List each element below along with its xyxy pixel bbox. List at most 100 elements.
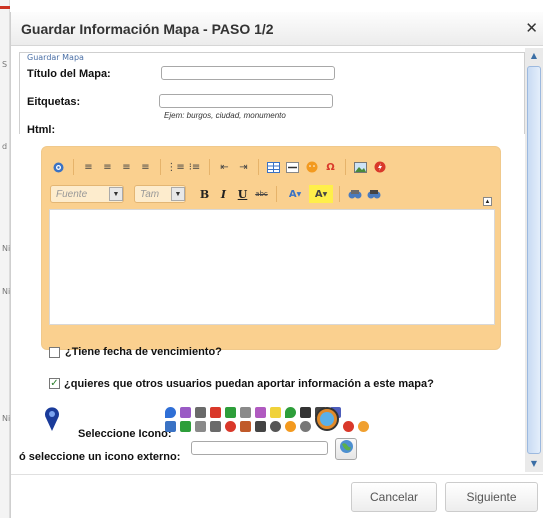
text-color-button[interactable]: A ▼ bbox=[283, 185, 307, 203]
contribute-checkbox[interactable]: ✓ bbox=[49, 378, 60, 389]
save-map-dialog: Guardar Información Mapa - PASO 1/2 ✕ Gu… bbox=[10, 12, 543, 518]
orange-marker-icon[interactable] bbox=[285, 420, 296, 432]
map-title-label: Título del Mapa: bbox=[27, 68, 111, 80]
outdent-icon[interactable]: ⇤ bbox=[216, 158, 233, 176]
expiry-checkbox-label: ¿Tiene fecha de vencimiento? bbox=[65, 346, 222, 358]
icon-palette bbox=[165, 405, 375, 433]
toolbar-separator bbox=[258, 159, 259, 175]
vertical-scrollbar[interactable]: ▲ ▼ bbox=[525, 48, 543, 472]
contribute-checkbox-label: ¿quieres que otros usuarios puedan aport… bbox=[64, 378, 434, 390]
shield-icon[interactable] bbox=[300, 420, 311, 432]
background-letter: d bbox=[2, 142, 8, 151]
icon-palette-row bbox=[165, 407, 375, 433]
selected-pin-icon bbox=[43, 406, 61, 437]
camera-icon[interactable] bbox=[180, 406, 191, 418]
font-select[interactable]: Fuente ▼ bbox=[50, 185, 124, 203]
collapse-toolbar-icon[interactable]: ▲ bbox=[483, 197, 492, 206]
italic-button[interactable]: I bbox=[215, 185, 232, 203]
cutlery-icon[interactable] bbox=[240, 406, 251, 418]
phone-icon[interactable] bbox=[255, 420, 266, 432]
scroll-down-icon[interactable]: ▼ bbox=[527, 458, 541, 470]
tags-label: Eitquetas: bbox=[27, 96, 81, 108]
unordered-list-icon[interactable]: ⁝≡ bbox=[186, 158, 203, 176]
save-map-fieldset bbox=[19, 52, 525, 134]
bg-color-glyph: A bbox=[314, 188, 323, 200]
align-left-icon[interactable]: ≡ bbox=[80, 158, 97, 176]
star-pin-icon[interactable] bbox=[270, 406, 281, 418]
external-icon-label: ó seleccione un icono externo: bbox=[19, 451, 181, 463]
monitor-icon[interactable] bbox=[210, 420, 221, 432]
no-entry-icon[interactable] bbox=[358, 420, 369, 432]
underline-button[interactable]: U bbox=[234, 185, 251, 203]
external-icon-input[interactable] bbox=[191, 441, 328, 455]
pin-icon[interactable] bbox=[165, 406, 176, 418]
background-letter: Ni bbox=[2, 244, 11, 253]
align-center-icon[interactable]: ≡ bbox=[99, 158, 116, 176]
toolbar-separator bbox=[209, 159, 210, 175]
browse-globe-button[interactable] bbox=[335, 438, 357, 460]
medical-icon[interactable] bbox=[210, 406, 221, 418]
icon-palette-row bbox=[165, 405, 375, 419]
globe-icon bbox=[339, 439, 354, 459]
person-icon[interactable] bbox=[300, 406, 311, 418]
size-select[interactable]: Tam ▼ bbox=[134, 185, 186, 203]
unlink-icon[interactable] bbox=[365, 185, 382, 203]
image-icon[interactable] bbox=[352, 158, 369, 176]
house-icon[interactable] bbox=[240, 420, 251, 432]
toolbar-separator bbox=[73, 159, 74, 175]
people-icon[interactable] bbox=[180, 420, 191, 432]
airplane-icon[interactable] bbox=[165, 420, 176, 432]
tags-input[interactable] bbox=[159, 94, 333, 108]
toolbar-separator bbox=[160, 159, 161, 175]
html-editor: ≡ ≡ ≡ ≡ ⋮≡ ⁝≡ ⇤ ⇥ Ω Fuente ▼ Tam ▼ B I U… bbox=[41, 146, 501, 350]
table-icon[interactable] bbox=[265, 158, 282, 176]
background-letter: Ni bbox=[2, 287, 11, 296]
flag-icon[interactable] bbox=[225, 406, 236, 418]
toolbar-separator bbox=[345, 159, 346, 175]
editor-text-area[interactable] bbox=[49, 209, 495, 325]
laptop-icon[interactable] bbox=[195, 420, 206, 432]
background-red-line bbox=[0, 6, 10, 9]
dialog-footer: Cancelar Siguiente bbox=[11, 474, 543, 518]
tags-hint: Ejem: burgos, ciudad, monumento bbox=[164, 111, 286, 120]
bold-button[interactable]: B bbox=[196, 185, 213, 203]
scroll-thumb[interactable] bbox=[527, 66, 541, 454]
dialog-titlebar[interactable]: Guardar Información Mapa - PASO 1/2 ✕ bbox=[11, 12, 543, 46]
background-color-button[interactable]: A ▼ bbox=[309, 185, 333, 203]
scroll-up-icon[interactable]: ▲ bbox=[527, 50, 541, 62]
background-page-edge: S d Ni Ni Ni bbox=[0, 0, 10, 518]
select-icon-label: Seleccione Icono: bbox=[78, 428, 172, 440]
close-icon[interactable]: ✕ bbox=[525, 19, 538, 37]
cancel-button[interactable]: Cancelar bbox=[351, 482, 437, 512]
globe-user-icon[interactable] bbox=[315, 407, 339, 431]
background-letter: S bbox=[2, 60, 8, 69]
editor-toolbar-row-2: Fuente ▼ Tam ▼ B I U abc A ▼ A ▼ bbox=[50, 183, 382, 205]
expiry-checkbox[interactable] bbox=[49, 347, 60, 358]
dialog-title: Guardar Información Mapa - PASO 1/2 bbox=[21, 21, 274, 37]
next-button[interactable]: Siguiente bbox=[445, 482, 538, 512]
disc-icon[interactable] bbox=[270, 420, 281, 432]
link-icon[interactable] bbox=[346, 185, 363, 203]
horizontal-rule-icon[interactable] bbox=[284, 158, 301, 176]
ordered-list-icon[interactable]: ⋮≡ bbox=[166, 158, 184, 176]
source-icon[interactable] bbox=[50, 158, 67, 176]
flash-icon[interactable] bbox=[371, 158, 388, 176]
smiley-icon[interactable] bbox=[303, 158, 320, 176]
guitar-icon[interactable] bbox=[195, 406, 206, 418]
editor-toolbar-row-1: ≡ ≡ ≡ ≡ ⋮≡ ⁝≡ ⇤ ⇥ Ω bbox=[50, 156, 388, 178]
strikethrough-button[interactable]: abc bbox=[253, 185, 270, 203]
align-right-icon[interactable]: ≡ bbox=[118, 158, 135, 176]
map-title-input[interactable] bbox=[161, 66, 335, 80]
indent-icon[interactable]: ⇥ bbox=[235, 158, 252, 176]
text-color-glyph: A bbox=[288, 188, 297, 200]
html-label: Html: bbox=[27, 124, 56, 136]
align-justify-icon[interactable]: ≡ bbox=[137, 158, 154, 176]
special-char-icon[interactable]: Ω bbox=[322, 158, 339, 176]
fieldset-legend: Guardar Mapa bbox=[25, 53, 86, 62]
green-pin-icon[interactable] bbox=[285, 406, 296, 418]
stop-icon[interactable] bbox=[225, 420, 236, 432]
toolbar-separator bbox=[339, 186, 340, 202]
toolbar-separator bbox=[276, 186, 277, 202]
car-icon[interactable] bbox=[343, 420, 354, 432]
group-icon[interactable] bbox=[255, 406, 266, 418]
